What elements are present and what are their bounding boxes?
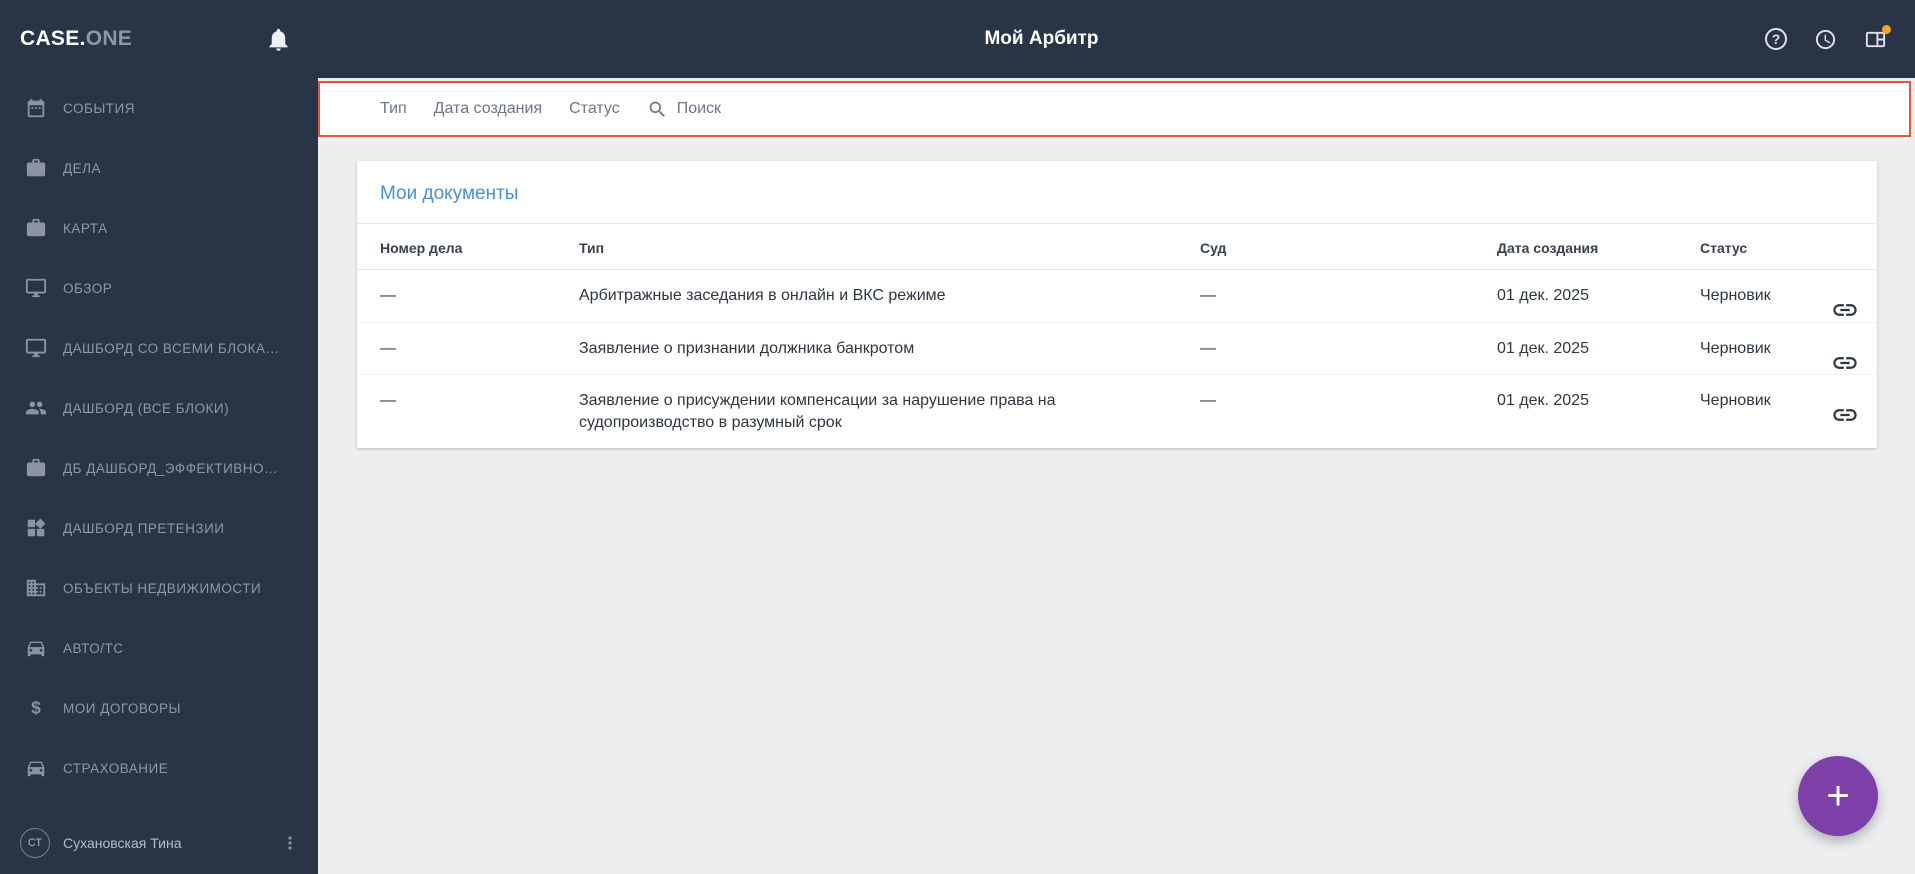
- documents-title: Мои документы: [357, 161, 1877, 224]
- column-date-created: Дата создания: [1497, 240, 1599, 256]
- car-icon: [25, 757, 47, 779]
- add-button[interactable]: +: [1798, 756, 1878, 836]
- cell-status: Черновик: [1700, 339, 1771, 357]
- briefcase-icon: [25, 157, 47, 179]
- widgets-icon: [25, 517, 47, 539]
- sidebar-item-dashboard-pretenzii[interactable]: ДАШБОРД ПРЕТЕНЗИИ: [0, 498, 318, 558]
- briefcase-icon: [25, 457, 47, 479]
- link-icon[interactable]: [1831, 281, 1859, 316]
- cell-status: Черновик: [1700, 392, 1771, 410]
- filter-bar: Тип Дата создания Статус Поиск: [318, 81, 1911, 137]
- topbar-actions: ?: [1765, 24, 1915, 51]
- help-icon[interactable]: ?: [1765, 28, 1787, 50]
- avatar: СТ: [20, 828, 50, 858]
- sidebar-item-label: ДАШБОРД СО ВСЕМИ БЛОКА…: [63, 340, 280, 356]
- link-icon[interactable]: [1831, 386, 1859, 422]
- sidebar-item-label: ОБЪЕКТЫ НЕДВИЖИМОСТИ: [63, 580, 262, 596]
- sidebar-item-label: СТРАХОВАНИЕ: [63, 760, 169, 776]
- kebab-menu-icon[interactable]: [280, 833, 300, 853]
- cell-type: Заявление о присуждении компенсации за н…: [579, 392, 1056, 431]
- search-box[interactable]: Поиск: [647, 99, 721, 120]
- page-title: Мой Арбитр: [984, 28, 1099, 49]
- monitor-icon: [25, 277, 47, 299]
- table-header: Номер дела Тип Суд Дата создания Статус: [357, 224, 1877, 270]
- building-icon: [25, 577, 47, 599]
- table-row[interactable]: — Заявление о признании должника банкрот…: [357, 323, 1877, 376]
- sidebar-item-label: ДАШБОРД ПРЕТЕНЗИИ: [63, 520, 225, 536]
- cell-case-number: —: [380, 392, 396, 410]
- cell-court: —: [1200, 287, 1216, 304]
- link-icon[interactable]: [1831, 334, 1859, 369]
- main-content: Тип Дата создания Статус Поиск Мои докум…: [318, 78, 1915, 874]
- sidebar-item-label: МОИ ДОГОВОРЫ: [63, 700, 181, 716]
- help-glyph: ?: [1771, 31, 1781, 47]
- search-placeholder: Поиск: [676, 100, 722, 117]
- user-name: Сухановская Тина: [63, 835, 182, 851]
- column-type: Тип: [579, 240, 605, 256]
- sidebar-item-auto-ts[interactable]: АВТО/ТС: [0, 618, 318, 678]
- sidebar-item-overview[interactable]: ОБЗОР: [0, 258, 318, 318]
- sidebar-item-label: СОБЫТИЯ: [63, 100, 135, 116]
- cell-court: —: [1200, 339, 1216, 357]
- sidebar-item-db-dashboard-effective[interactable]: ДБ ДАШБОРД_ЭФФЕКТИВНО…: [0, 438, 318, 498]
- documents-card: Мои документы Номер дела Тип Суд Дата со…: [357, 161, 1877, 449]
- sidebar-item-my-contracts[interactable]: $ МОИ ДОГОВОРЫ: [0, 678, 318, 738]
- search-icon: [647, 99, 668, 120]
- sidebar-item-label: АВТО/ТС: [63, 640, 124, 656]
- filter-date-created[interactable]: Дата создания: [434, 100, 542, 118]
- table-row[interactable]: — Заявление о присуждении компенсации за…: [357, 375, 1877, 448]
- sidebar-item-cases[interactable]: ДЕЛА: [0, 138, 318, 198]
- cell-date-created: 01 дек. 2025: [1497, 392, 1589, 410]
- topbar: CASE.ONE Мой Арбитр ?: [0, 0, 1915, 78]
- sidebar-item-dashboard-all-blocks[interactable]: ДАШБОРД СО ВСЕМИ БЛОКА…: [0, 318, 318, 378]
- app-logo[interactable]: CASE.ONE: [20, 27, 132, 51]
- users-icon: [25, 397, 47, 419]
- panel-layout-icon[interactable]: [1864, 24, 1891, 51]
- cell-date-created: 01 дек. 2025: [1497, 339, 1589, 357]
- sidebar-item-real-estate[interactable]: ОБЪЕКТЫ НЕДВИЖИМОСТИ: [0, 558, 318, 618]
- dollar-icon: $: [25, 697, 47, 719]
- sidebar-item-label: КАРТА: [63, 220, 108, 236]
- sidebar-item-dashboard-vse-bloki[interactable]: ДАШБОРД (ВСЕ БЛОКИ): [0, 378, 318, 438]
- table-body: — Арбитражные заседания в онлайн и ВКС р…: [357, 270, 1877, 448]
- sidebar-item-label: ДБ ДАШБОРД_ЭФФЕКТИВНО…: [63, 460, 279, 476]
- sidebar-item-insurance[interactable]: СТРАХОВАНИЕ: [0, 738, 318, 798]
- svg-text:$: $: [31, 698, 41, 718]
- sidebar-item-label: ДАШБОРД (ВСЕ БЛОКИ): [63, 400, 230, 416]
- filter-status[interactable]: Статус: [569, 100, 620, 118]
- cell-type: Арбитражные заседания в онлайн и ВКС реж…: [579, 287, 946, 304]
- filter-type[interactable]: Тип: [380, 100, 407, 118]
- cell-date-created: 01 дек. 2025: [1497, 287, 1589, 304]
- sidebar-item-label: ОБЗОР: [63, 280, 113, 296]
- cell-status: Черновик: [1700, 287, 1771, 304]
- notifications-bell-icon[interactable]: [265, 26, 292, 53]
- column-link-spacer: [1819, 224, 1859, 253]
- car-icon: [25, 637, 47, 659]
- sidebar: СОБЫТИЯ ДЕЛА КАРТА ОБЗОР ДАШБОРД СО ВСЕМ…: [0, 78, 318, 874]
- column-court: Суд: [1200, 240, 1227, 256]
- cell-court: —: [1200, 392, 1216, 410]
- column-case-number: Номер дела: [380, 240, 463, 256]
- sidebar-item-label: ДЕЛА: [63, 160, 102, 176]
- briefcase-icon: [25, 217, 47, 239]
- cell-case-number: —: [380, 339, 396, 357]
- cell-case-number: —: [380, 287, 396, 304]
- sidebar-item-map[interactable]: КАРТА: [0, 198, 318, 258]
- user-profile[interactable]: СТ Сухановская Тина: [0, 818, 318, 874]
- logo-primary: CASE.: [20, 27, 86, 50]
- sidebar-menu: СОБЫТИЯ ДЕЛА КАРТА ОБЗОР ДАШБОРД СО ВСЕМ…: [0, 78, 318, 798]
- column-status: Статус: [1700, 240, 1748, 256]
- logo-secondary: ONE: [85, 27, 133, 50]
- notification-dot: [1882, 24, 1891, 34]
- history-clock-icon[interactable]: [1814, 28, 1837, 51]
- sidebar-item-events[interactable]: СОБЫТИЯ: [0, 78, 318, 138]
- calendar-icon: [25, 97, 47, 119]
- topbar-left: CASE.ONE: [0, 26, 318, 53]
- table-row[interactable]: — Арбитражные заседания в онлайн и ВКС р…: [357, 270, 1877, 323]
- cell-type: Заявление о признании должника банкротом: [579, 339, 915, 357]
- monitor-icon: [25, 337, 47, 359]
